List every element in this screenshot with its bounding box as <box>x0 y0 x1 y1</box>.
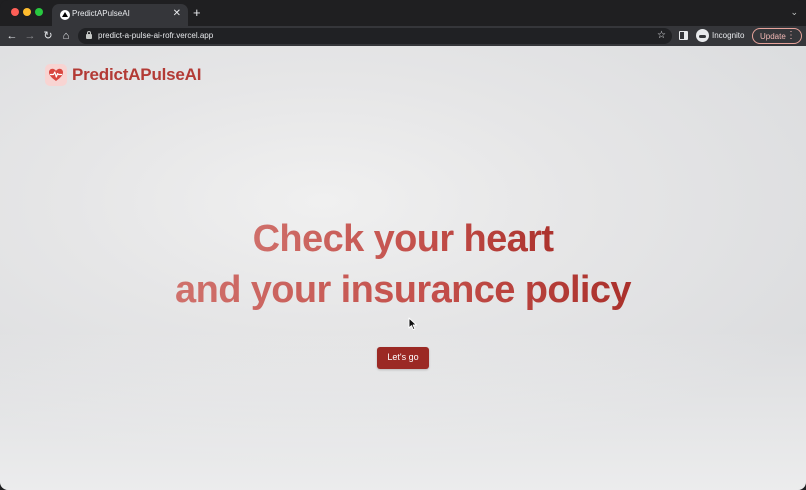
forward-arrow-icon[interactable]: → <box>24 29 36 43</box>
update-label: Update <box>760 32 786 41</box>
hero-heading: Check your heart and your insurance poli… <box>0 214 806 316</box>
browser-window: PredictAPulseAI ✕ + ⌄ ← → ↻ ⌂ predict-a-… <box>0 0 806 490</box>
logo-text: PredictAPulseAI <box>72 65 202 84</box>
tab-title: PredictAPulseAI <box>72 9 130 18</box>
browser-toolbar: ← → ↻ ⌂ predict-a-pulse-ai-rofr.vercel.a… <box>0 26 806 46</box>
tab-strip: PredictAPulseAI ✕ + ⌄ <box>0 0 806 26</box>
reload-icon[interactable]: ↻ <box>42 29 54 43</box>
more-menu-icon[interactable]: ⋮ <box>786 30 796 42</box>
back-arrow-icon[interactable]: ← <box>6 29 18 43</box>
active-tab[interactable]: PredictAPulseAI ✕ <box>52 4 188 26</box>
url-text[interactable]: predict-a-pulse-ai-rofr.vercel.app <box>98 31 213 40</box>
maximize-window-icon[interactable] <box>35 8 43 16</box>
hero-line-2: and your insurance policy <box>168 265 638 316</box>
hero-line-1: Check your heart <box>238 214 568 265</box>
address-bar[interactable]: predict-a-pulse-ai-rofr.vercel.app ☆ <box>78 28 672 44</box>
incognito-label[interactable]: Incognito <box>712 31 744 40</box>
tab-close-icon[interactable]: ✕ <box>173 8 181 20</box>
tab-search-chevron-icon[interactable]: ⌄ <box>790 7 798 17</box>
lock-icon[interactable] <box>86 31 92 39</box>
lets-go-label: Let's go <box>387 352 419 362</box>
star-icon[interactable]: ☆ <box>657 29 666 43</box>
heart-pulse-icon <box>45 64 67 86</box>
close-window-icon[interactable] <box>11 8 19 16</box>
page-viewport: PredictAPulseAI Check your heart and you… <box>0 46 806 490</box>
minimize-window-icon[interactable] <box>23 8 31 16</box>
side-panel-icon[interactable] <box>679 31 688 40</box>
home-icon[interactable]: ⌂ <box>60 29 72 43</box>
new-tab-button[interactable]: + <box>193 6 201 20</box>
lets-go-button[interactable]: Let's go <box>377 347 429 369</box>
vercel-favicon-icon <box>60 10 70 20</box>
mouse-cursor-icon <box>408 317 417 331</box>
update-button[interactable]: Update ⋮ <box>752 28 802 44</box>
incognito-icon[interactable] <box>696 29 709 42</box>
